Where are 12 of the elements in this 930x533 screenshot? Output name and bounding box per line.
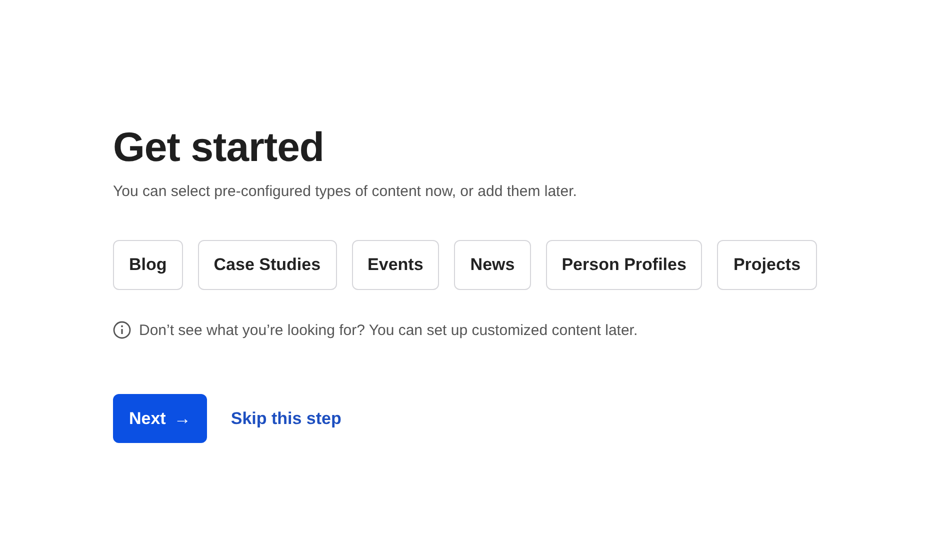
content-type-button[interactable]: Projects [717, 240, 817, 290]
skip-link[interactable]: Skip this step [230, 408, 342, 428]
subtitle: You can select pre-configured types of content now, or add them later. [113, 183, 577, 200]
content-type-button[interactable]: News [454, 240, 531, 290]
content-type-button[interactable]: Person Profiles [546, 240, 702, 290]
page-heading: Get started [113, 124, 324, 171]
info-text: Don’t see what you’re looking for? You can set up customized content later. [139, 322, 638, 338]
content-type-button[interactable]: Events [352, 240, 440, 290]
next-button[interactable]: Next → [113, 394, 207, 443]
info-icon [113, 321, 131, 339]
content-type-button[interactable]: Blog [113, 240, 183, 290]
content-type-button[interactable]: Case Studies [198, 240, 337, 290]
